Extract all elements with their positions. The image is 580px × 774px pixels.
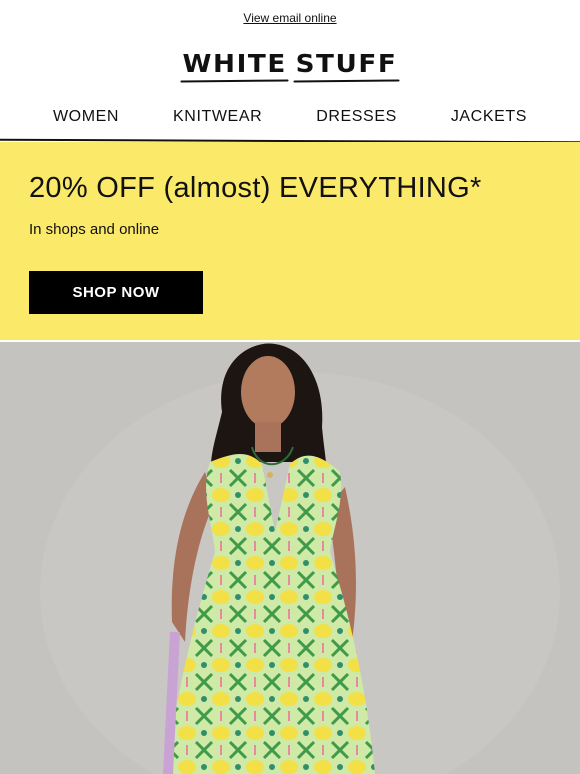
hero-photo-illustration — [0, 342, 580, 774]
brand-logo[interactable]: WHITE STUFF — [182, 49, 398, 82]
promo-title: 20% OFF (almost) EVERYTHING* — [29, 172, 482, 204]
top-bar: View email online — [0, 0, 580, 36]
hero-image[interactable] — [0, 342, 580, 774]
nav-item-jackets[interactable]: JACKETS — [451, 108, 527, 126]
nav-item-dresses[interactable]: DRESSES — [316, 108, 397, 126]
main-nav: WOMEN KNITWEAR DRESSES JACKETS — [0, 94, 580, 140]
logo-word-stuff: STUFF — [296, 49, 398, 82]
shop-now-button[interactable]: SHOP NOW — [29, 271, 203, 314]
logo-area: WHITE STUFF — [0, 36, 580, 94]
nav-item-knitwear[interactable]: KNITWEAR — [173, 108, 262, 126]
promo-subtitle: In shops and online — [29, 221, 160, 238]
promo-banner: 20% OFF (almost) EVERYTHING* In shops an… — [0, 142, 580, 340]
nav-item-women[interactable]: WOMEN — [53, 108, 119, 126]
view-email-online-link[interactable]: View email online — [243, 11, 336, 25]
logo-word-white: WHITE — [182, 49, 286, 82]
